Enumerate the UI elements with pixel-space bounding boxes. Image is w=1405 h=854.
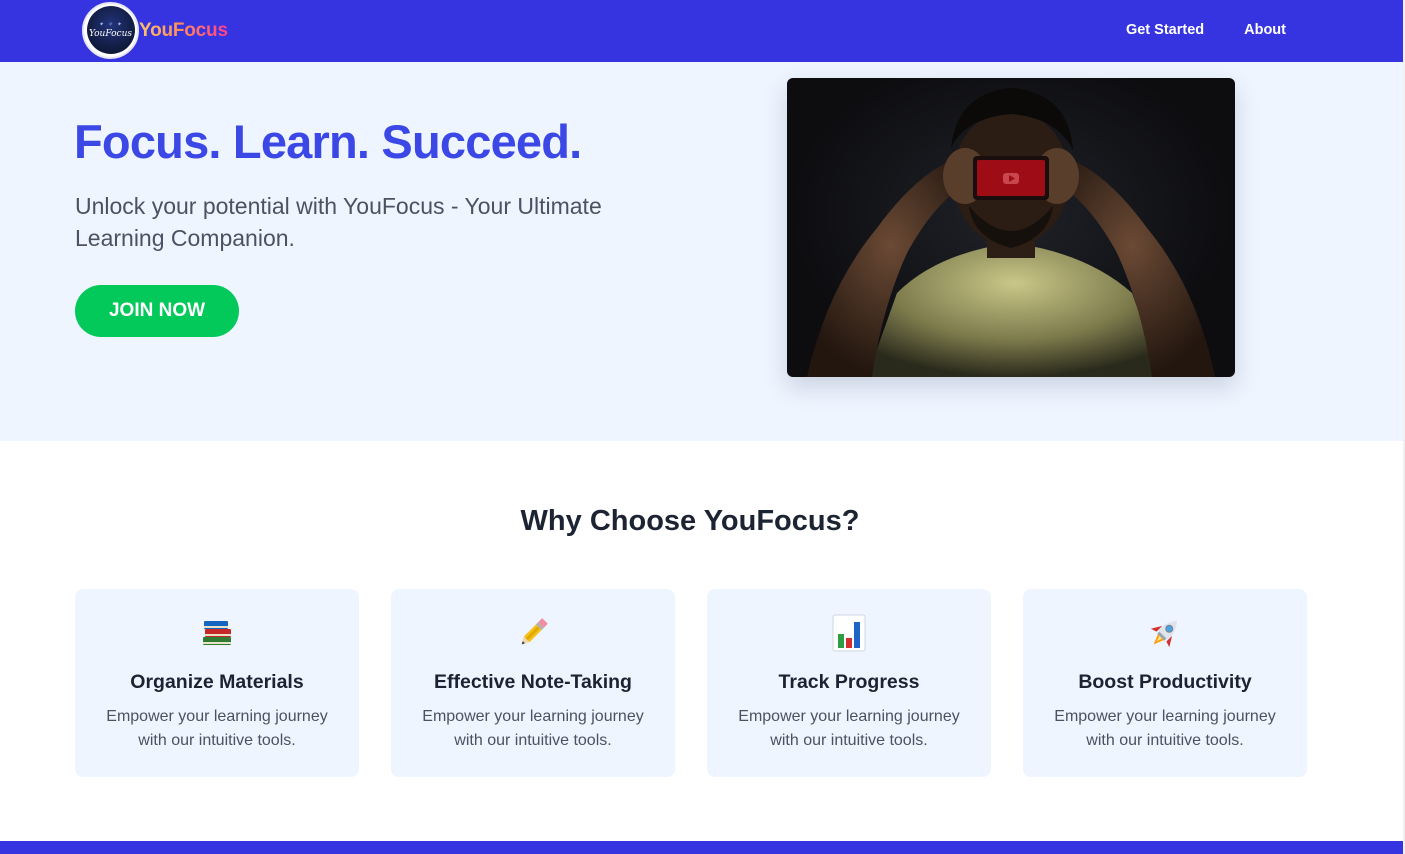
hero-image xyxy=(787,78,1235,377)
brand-name: YouFocus xyxy=(139,20,228,41)
rocket-icon xyxy=(1023,613,1307,653)
nav-about[interactable]: About xyxy=(1244,22,1286,38)
logo: ✦ ✧ ✦ YouFocus xyxy=(82,1,139,59)
feature-card-organize: Organize Materials Empower your learning… xyxy=(75,589,359,777)
feature-description: Empower your learning journey with our i… xyxy=(422,708,644,749)
hero-title: Focus. Learn. Succeed. xyxy=(74,115,582,168)
pencil-icon xyxy=(391,613,675,653)
feature-title: Track Progress xyxy=(778,671,920,693)
brand-link[interactable]: ✦ ✧ ✦ YouFocus YouFocus xyxy=(82,0,228,62)
footer xyxy=(0,841,1403,854)
bar-chart-icon xyxy=(707,613,991,653)
feature-card-productivity: Boost Productivity Empower your learning… xyxy=(1023,589,1307,777)
hero-subtitle: Unlock your potential with YouFocus - Yo… xyxy=(75,193,602,251)
feature-description: Empower your learning journey with our i… xyxy=(738,708,960,749)
features-title: Why Choose YouFocus? xyxy=(520,505,860,537)
feature-title: Effective Note-Taking xyxy=(434,671,632,693)
person-with-phone-illustration xyxy=(807,88,1215,377)
feature-title: Boost Productivity xyxy=(1078,671,1252,693)
books-icon xyxy=(75,613,359,653)
feature-description: Empower your learning journey with our i… xyxy=(106,708,328,749)
join-now-button[interactable]: JOIN NOW xyxy=(75,285,239,337)
nav-get-started[interactable]: Get Started xyxy=(1126,22,1204,38)
hero-section: Focus. Learn. Succeed. Unlock your poten… xyxy=(0,62,1403,441)
logo-emblem: ✦ ✧ ✦ YouFocus xyxy=(86,6,135,54)
sparkle-icon: ✦ ✧ ✦ xyxy=(98,20,123,28)
nav-links: Get Started About xyxy=(1126,0,1286,60)
feature-card-progress: Track Progress Empower your learning jou… xyxy=(707,589,991,777)
feature-card-notes: Effective Note-Taking Empower your learn… xyxy=(391,589,675,777)
navbar: ✦ ✧ ✦ YouFocus YouFocus Get Started Abou… xyxy=(0,0,1403,62)
feature-description: Empower your learning journey with our i… xyxy=(1054,708,1276,749)
logo-text: YouFocus xyxy=(88,28,132,39)
feature-title: Organize Materials xyxy=(130,671,304,693)
